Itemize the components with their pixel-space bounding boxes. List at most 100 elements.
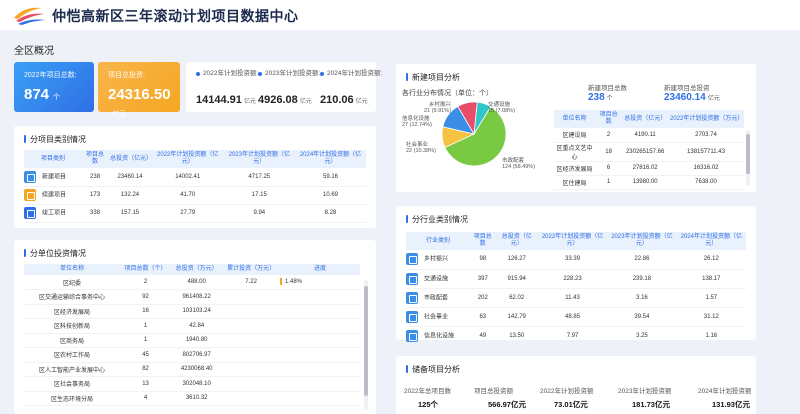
table-cell: 98 <box>470 250 496 270</box>
completed-project-icon <box>24 207 36 219</box>
table-cell: 302048.10 <box>171 376 223 392</box>
table-cell: 126.27 <box>495 250 538 270</box>
reserve-stat-label: 2022年总项目数 <box>404 388 451 395</box>
table-cell: 228.23 <box>537 269 608 289</box>
pie-label-it: 信息化设施 27 (12.74%) <box>402 116 432 128</box>
category-label: 新建项目 <box>42 174 67 181</box>
column-header: 2024年计划投资额（亿元） <box>295 150 366 168</box>
table-header-row: 项目类别 项目总数 总投资（亿元） 2022年计划投资额（亿元） 2023年计划… <box>24 150 366 168</box>
kpi-value: 874 个 <box>24 86 61 103</box>
column-header: 单位名称 <box>554 110 595 128</box>
table-row: 区纪委 2 488.00 7.22 1.48% <box>24 275 360 290</box>
table-cell: 2 <box>594 128 623 143</box>
overview-heading: 全区概况 <box>14 46 54 57</box>
table-cell: 42.84 <box>171 318 223 334</box>
table-row: 区人工智能产业发展中心 82 4230068.40 <box>24 362 360 377</box>
progress-cell <box>280 347 360 363</box>
category-name-cell: 竣工项目 <box>24 204 82 223</box>
table-row: 信息化设施 49 13.50 7.97 3.25 1.16 <box>406 326 746 346</box>
column-header: 总投资（亿元） <box>495 232 538 250</box>
table-cell: 7.97 <box>537 326 608 346</box>
category-table: 项目类别 项目总数 总投资（亿元） 2022年计划投资额（亿元） 2023年计划… <box>24 150 366 223</box>
column-header: 2023年计划投资额（亿元） <box>223 150 296 168</box>
table-cell <box>222 391 280 406</box>
table-cell: 41.70 <box>151 186 224 205</box>
category-label: 续建项目 <box>42 192 67 199</box>
unit-table-scrollbar[interactable] <box>364 280 368 410</box>
industry-label: 信息化设施 <box>424 333 455 340</box>
table-cell <box>222 318 280 334</box>
table-row: 新建项目 238 23460.14 14002.41 4717.25 59.16 <box>24 168 366 187</box>
table-cell: 4230068.40 <box>171 362 223 377</box>
table-cell: 138157711.43 <box>668 142 744 162</box>
new-table-scrollbar[interactable] <box>746 130 750 186</box>
pie-label-municipal: 市政配套 124 (58.49%) <box>502 158 536 170</box>
reserve-stat-value: 566.97亿元 <box>488 400 526 409</box>
table-cell: 1940.80 <box>171 333 223 348</box>
table-cell: 239.18 <box>607 269 677 289</box>
table-cell: 区住建局 <box>554 175 595 190</box>
table-cell: 区建设局 <box>554 128 595 143</box>
year-value: 4926.08 亿元 <box>258 94 312 106</box>
table-cell: 16 <box>120 304 172 319</box>
table-cell: 区科技创新局 <box>24 318 120 334</box>
table-row: 区农村工作局 45 802706.97 <box>24 347 360 363</box>
table-cell: 14002.41 <box>151 168 224 187</box>
table-cell: 区商务局 <box>24 333 120 348</box>
table-cell: 18 <box>594 142 623 162</box>
table-cell <box>222 362 280 377</box>
column-header: 项目总数 <box>470 232 496 250</box>
scrollbar-thumb[interactable] <box>746 134 750 174</box>
column-header: 2023年计划投资额（亿元） <box>607 232 677 250</box>
table-header-row: 行业类别 项目总数 总投资（亿元） 2022年计划投资额（亿元） 2023年计划… <box>406 232 746 250</box>
column-header: 行业类别 <box>406 232 470 250</box>
new-project-card: 新建项目分析 各行业分布情况（单位：个） 乡村振兴 21 (9.91%) 交通设施… <box>396 64 756 192</box>
kpi-value: 24316.50亿元 <box>108 86 171 118</box>
table-cell <box>222 347 280 363</box>
table-cell: 8.28 <box>295 204 366 223</box>
unit-investment-card: 分单位投资情况 单位名称 项目总数（个） 总投资（万元） 累计投资（万元） 进度… <box>14 240 376 414</box>
category-card: 分项目类别情况 项目类别 项目总数 总投资（亿元） 2022年计划投资额（亿元）… <box>14 126 376 228</box>
app-title: 仲恺高新区三年滚动计划项目数据中心 <box>52 8 299 24</box>
column-header: 2022年计划投资额（亿元） <box>537 232 608 250</box>
industry-card: 分行业类别情况 行业类别 项目总数 总投资（亿元） 2022年计划投资额（亿元）… <box>396 206 756 346</box>
table-cell: 23460.14 <box>108 168 152 187</box>
table-cell: 区社会事务局 <box>24 376 120 392</box>
table-header-row: 单位名称 项目总数 总投资（亿元） 2022年计划投资额（万元） <box>554 110 744 128</box>
category-name-cell: 新建项目 <box>24 168 82 187</box>
card-title: 储备项目分析 <box>406 364 460 375</box>
table-row: 区建设局 2 4190.11 2703.74 <box>554 128 744 143</box>
transport-facility-icon <box>406 272 418 285</box>
table-cell: 49 <box>470 326 496 346</box>
progress-bar <box>280 278 282 286</box>
industry-name-cell: 交通设施 <box>406 269 470 289</box>
table-cell: 961408.22 <box>171 289 223 305</box>
column-header: 项目总数 <box>594 110 623 128</box>
table-cell: 9.94 <box>223 204 296 223</box>
table-cell: 区纪委 <box>24 275 120 290</box>
progress-cell: 1.48% <box>280 275 360 290</box>
progress-cell <box>280 304 360 319</box>
scrollbar-thumb[interactable] <box>364 286 368 396</box>
table-cell: 4 <box>120 391 172 406</box>
table-cell: 26.12 <box>676 250 746 270</box>
card-title: 分行业类别情况 <box>406 214 468 225</box>
table-cell: 4190.11 <box>622 128 668 143</box>
top-bar: 仲恺高新区三年滚动计划项目数据中心 <box>0 0 800 30</box>
table-cell: 103103.24 <box>171 304 223 319</box>
table-header-row: 单位名称 项目总数（个） 总投资（万元） 累计投资（万元） 进度 <box>24 264 360 275</box>
industry-label: 乡村振兴 <box>424 256 449 263</box>
table-cell: 22.86 <box>607 250 677 270</box>
industry-label: 社会事业 <box>424 314 449 321</box>
progress-cell <box>280 391 360 406</box>
yearly-investment-card: 2022年计划投资额: 14144.91 亿元 2023年计划投资额: 4926.… <box>186 62 382 112</box>
table-cell: 7638.00 <box>668 175 744 190</box>
year-label: 2022年计划投资额: <box>203 70 259 77</box>
table-cell: 31.12 <box>676 307 746 327</box>
reserve-stat-value: 181.73亿元 <box>632 400 670 409</box>
municipal-facility-icon <box>406 291 418 304</box>
table-cell: 区农村工作局 <box>24 347 120 363</box>
table-cell: 3.16 <box>607 288 677 308</box>
table-row: 区生态环境分局 4 3610.32 <box>24 391 360 406</box>
industry-name-cell: 乡村振兴 <box>406 250 470 270</box>
